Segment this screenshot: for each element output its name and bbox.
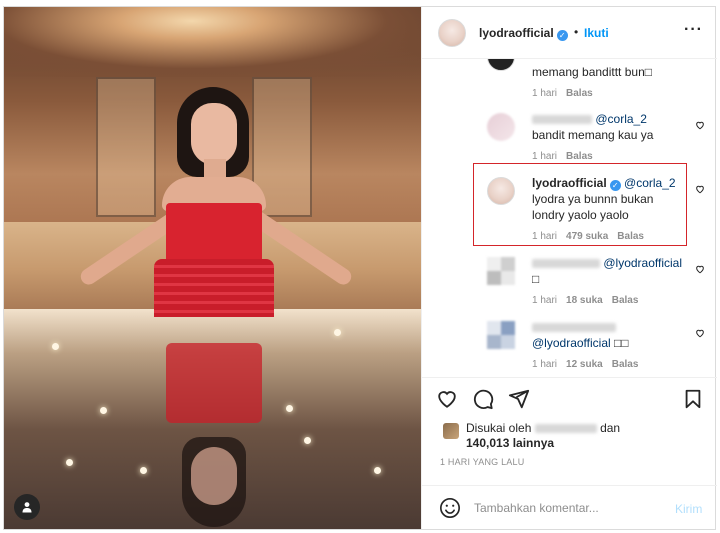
comments-panel: lyodraofficial ✓ • Ikuti ··· memang bandi… (421, 7, 717, 529)
post-photo[interactable] (4, 7, 421, 529)
post-header: lyodraofficial ✓ • Ikuti ··· (422, 7, 717, 59)
reply-button[interactable]: Balas (612, 295, 639, 306)
comment-meta: 1 hari Balas (532, 151, 602, 162)
comment-list[interactable]: memang bandittt bun□ 1 hari Balas @corla_… (422, 59, 717, 377)
commenter-avatar[interactable] (487, 113, 515, 141)
blurred-username[interactable] (532, 115, 592, 125)
comment-time[interactable]: 1 hari (532, 88, 557, 99)
comment-mention[interactable]: @lyodraofficial (532, 336, 611, 350)
comment-icon[interactable] (472, 388, 494, 410)
reply-button[interactable]: Balas (566, 151, 593, 162)
figure-face (191, 103, 237, 165)
user-icon (22, 502, 32, 513)
like-comment-heart-icon[interactable] (695, 120, 705, 130)
comment-text: @lyodraofficial □□ (532, 319, 629, 351)
like-comment-heart-icon[interactable] (695, 184, 705, 194)
light-dot (304, 437, 311, 444)
light-dot (66, 459, 73, 466)
comment-text: memang bandittt bun□ (532, 65, 652, 79)
emoji-icon[interactable] (439, 497, 461, 519)
comment-mention[interactable]: @corla_2 (595, 112, 647, 126)
chandelier-light (4, 7, 421, 77)
post-comment-button[interactable]: Kirim (675, 502, 702, 516)
follow-button[interactable]: Ikuti (584, 26, 609, 40)
likes-summary: Disukai oleh dan 140,013 lainnya (438, 419, 708, 457)
blurred-username[interactable] (532, 323, 616, 333)
comment-meta: 1 hari 18 suka Balas (532, 295, 647, 306)
light-dot (334, 329, 341, 336)
light-dot (100, 407, 107, 414)
light-dot (286, 405, 293, 412)
comment-likes[interactable]: 18 suka (566, 295, 603, 306)
comment-text: @corla_2 bandit memang kau ya (532, 112, 654, 142)
red-dress-skirt (154, 259, 274, 317)
liker-avatar[interactable] (443, 423, 459, 439)
like-comment-heart-icon[interactable] (695, 264, 705, 274)
commenter-avatar[interactable] (487, 257, 515, 285)
heart-icon[interactable] (436, 388, 458, 410)
tagged-user-button[interactable] (14, 494, 40, 520)
highlight-box (473, 163, 687, 246)
commenter-avatar[interactable] (487, 321, 515, 349)
post-actions (422, 377, 717, 417)
background-window (96, 77, 156, 217)
bookmark-icon[interactable] (682, 388, 704, 410)
comment-input[interactable] (474, 498, 664, 518)
comment-time[interactable]: 1 hari (532, 151, 557, 162)
author-username[interactable]: lyodraofficial ✓ (479, 26, 568, 41)
header-separator: • (574, 25, 579, 39)
reply-button[interactable]: Balas (612, 359, 639, 370)
likes-count[interactable]: 140,013 lainnya (466, 436, 554, 450)
blurred-username[interactable] (534, 424, 597, 434)
dress-reflection (166, 343, 262, 423)
add-comment-bar: Kirim (422, 485, 717, 529)
verified-badge-icon: ✓ (556, 30, 568, 41)
reply-button[interactable]: Balas (566, 88, 593, 99)
comment-meta: 1 hari 12 suka Balas (532, 359, 647, 370)
comment-text: @lyodraofficial □ (532, 256, 683, 286)
light-dot (140, 467, 147, 474)
comment-time[interactable]: 1 hari (532, 359, 557, 370)
author-avatar[interactable] (438, 19, 466, 47)
comment-mention[interactable]: @lyodraofficial (603, 256, 682, 270)
face-reflection (191, 447, 237, 505)
comment-meta: 1 hari Balas (532, 88, 602, 99)
like-comment-heart-icon[interactable] (695, 328, 705, 338)
commenter-avatar[interactable] (487, 59, 515, 71)
light-dot (52, 343, 59, 350)
comment-time[interactable]: 1 hari (532, 295, 557, 306)
more-options-icon[interactable]: ··· (684, 21, 703, 39)
comment-likes[interactable]: 12 suka (566, 359, 603, 370)
share-icon[interactable] (508, 388, 530, 410)
post-date[interactable]: 1 HARI YANG LALU (440, 457, 524, 467)
red-dress (166, 203, 262, 263)
post-dialog: lyodraofficial ✓ • Ikuti ··· memang bandi… (3, 6, 717, 530)
likes-text[interactable]: Disukai oleh dan 140,013 lainnya (466, 421, 620, 451)
blurred-username[interactable] (532, 259, 600, 269)
light-dot (374, 467, 381, 474)
